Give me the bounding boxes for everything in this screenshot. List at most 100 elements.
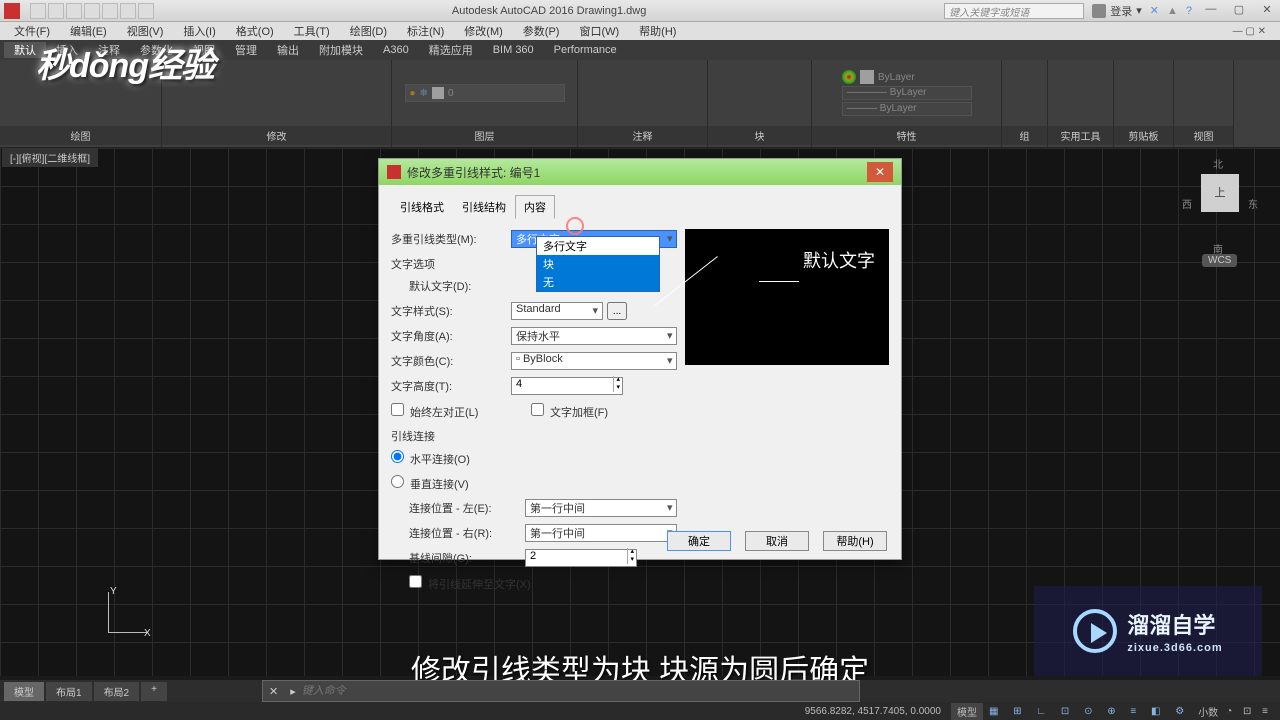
tab-leader-format[interactable]: 引线格式 — [391, 195, 453, 219]
radio-vert-connect[interactable] — [391, 475, 404, 488]
status-extra[interactable]: ◔ ⊡ ≡ — [1226, 706, 1272, 717]
dropdown-text-style[interactable]: Standard — [511, 302, 603, 320]
panel-props[interactable]: 特性 — [812, 126, 1001, 145]
help-icon[interactable]: ? — [1186, 5, 1192, 17]
menu-window[interactable]: 窗口(W) — [569, 23, 629, 39]
command-bar[interactable]: ✕ ▸ — [262, 680, 860, 702]
menu-view[interactable]: 视图(V) — [117, 23, 174, 39]
help-button[interactable]: 帮助(H) — [823, 531, 887, 551]
label-text-angle: 文字角度(A): — [391, 328, 511, 344]
dd-option-none[interactable]: 无 — [537, 273, 659, 291]
brand-watermark: 溜溜自学zixue.3d66.com — [1034, 586, 1262, 676]
menu-param[interactable]: 参数(P) — [513, 23, 570, 39]
mdi-controls[interactable]: — ▢ ✕ — [1223, 26, 1276, 37]
dropdown-text-color[interactable]: ▫ ByBlock — [511, 352, 677, 370]
menu-format[interactable]: 格式(O) — [226, 23, 284, 39]
ribbon-tab-addins[interactable]: 附加模块 — [309, 42, 373, 58]
ribbon-tab-featured[interactable]: 精选应用 — [419, 42, 483, 58]
play-icon — [1073, 609, 1117, 653]
tab-leader-structure[interactable]: 引线结构 — [453, 195, 515, 219]
dropdown-text-angle[interactable]: 保持水平 — [511, 327, 677, 345]
cancel-button[interactable]: 取消 — [745, 531, 809, 551]
dropdown-list-open[interactable]: 多行文字 块 无 — [536, 236, 660, 292]
ribbon-tab-param[interactable]: 参数化 — [130, 42, 183, 58]
app-store-icon[interactable]: ▲ — [1167, 5, 1178, 17]
wcs-badge[interactable]: WCS — [1202, 254, 1237, 267]
ribbon-tab-bim[interactable]: BIM 360 — [483, 44, 544, 56]
cmdbar-close-icon[interactable]: ✕ — [263, 685, 284, 698]
close-button[interactable]: ✕ — [1254, 3, 1280, 19]
checkbox-left-align[interactable] — [391, 403, 404, 416]
layout2-tab[interactable]: 布局2 — [94, 682, 140, 701]
panel-annotate[interactable]: 注释 — [578, 126, 707, 145]
dropdown-pos-right[interactable]: 第一行中间 — [525, 524, 677, 542]
ribbon-tab-default[interactable]: 默认 — [4, 42, 46, 58]
panel-clip[interactable]: 剪贴板 — [1114, 126, 1173, 145]
spinner-text-height[interactable]: 4 — [511, 377, 623, 395]
app-icon[interactable] — [4, 3, 20, 19]
dialog-tabs: 引线格式 引线结构 内容 — [391, 195, 901, 219]
label-type: 多重引线类型(M): — [391, 231, 511, 247]
label-pos-left: 连接位置 - 左(E): — [409, 500, 525, 516]
radio-horiz-connect[interactable] — [391, 450, 404, 463]
tab-content[interactable]: 内容 — [515, 195, 555, 219]
dialog-close-button[interactable]: ✕ — [867, 162, 893, 182]
ribbon-tab-annotate[interactable]: 注释 — [88, 42, 130, 58]
minimize-button[interactable]: — — [1198, 3, 1224, 19]
model-tab[interactable]: 模型 — [4, 682, 44, 701]
window-title: Autodesk AutoCAD 2016 Drawing1.dwg — [160, 5, 938, 17]
menu-draw[interactable]: 绘图(D) — [340, 23, 397, 39]
dialog-title-bar[interactable]: 修改多重引线样式: 编号1 ✕ — [379, 159, 901, 185]
panel-util[interactable]: 实用工具 — [1048, 126, 1113, 145]
browse-style-button[interactable]: ... — [607, 302, 627, 320]
menu-dim[interactable]: 标注(N) — [397, 23, 454, 39]
maximize-button[interactable]: ▢ — [1226, 3, 1252, 19]
ribbon-tab-perf[interactable]: Performance — [544, 44, 627, 56]
menu-edit[interactable]: 编辑(E) — [60, 23, 117, 39]
menu-bar: 文件(F) 编辑(E) 视图(V) 插入(I) 格式(O) 工具(T) 绘图(D… — [0, 22, 1280, 40]
dialog-icon — [387, 165, 401, 179]
view-cube[interactable]: 北 西 上 东 南 WCS — [1180, 156, 1260, 256]
spinner-gap[interactable]: 2 — [525, 549, 637, 567]
quick-access-toolbar[interactable] — [24, 3, 160, 19]
panel-group[interactable]: 组 — [1002, 126, 1047, 145]
viewport-label[interactable]: [-][俯视][二维线框] — [2, 148, 98, 167]
checkbox-frame[interactable] — [531, 403, 544, 416]
layout1-tab[interactable]: 布局1 — [46, 682, 92, 701]
panel-draw[interactable]: 绘图 — [0, 126, 161, 145]
status-mode[interactable]: 模型 — [951, 703, 983, 720]
label-default-text: 默认文字(D): — [409, 278, 525, 294]
dd-option-block[interactable]: 块 — [537, 255, 659, 273]
cmdbar-recent-icon[interactable]: ▸ — [284, 685, 302, 698]
menu-file[interactable]: 文件(F) — [4, 23, 60, 39]
menu-insert[interactable]: 插入(I) — [173, 23, 225, 39]
exchange-icon[interactable]: ✕ — [1150, 4, 1159, 17]
add-layout-tab[interactable]: + — [141, 682, 167, 701]
layer-dropdown[interactable]: ●❄0 — [405, 84, 565, 102]
ribbon: 绘图 修改 ●❄0图层 注释 块 ByLayer ———— ByLayer ——… — [0, 60, 1280, 148]
panel-block[interactable]: 块 — [708, 126, 811, 145]
search-input[interactable]: 键入关键字或短语 — [944, 3, 1084, 19]
dropdown-pos-left[interactable]: 第一行中间 — [525, 499, 677, 517]
ribbon-tab-manage[interactable]: 管理 — [225, 42, 267, 58]
checkbox-extend[interactable] — [409, 575, 422, 588]
dd-option-mtext[interactable]: 多行文字 — [537, 237, 659, 255]
status-scale[interactable]: 小数 — [1198, 704, 1218, 719]
command-input[interactable] — [302, 685, 859, 697]
menu-tools[interactable]: 工具(T) — [284, 23, 340, 39]
menu-help[interactable]: 帮助(H) — [629, 23, 686, 39]
menu-modify[interactable]: 修改(M) — [454, 23, 513, 39]
label-gap: 基线间隙(G): — [409, 550, 525, 566]
panel-viewgrp[interactable]: 视图 — [1174, 126, 1233, 145]
label-text-color: 文字颜色(C): — [391, 353, 511, 369]
status-toggles[interactable]: ▦ ⊞ ∟ ⊡ ⊙ ⊕ ≡ ◧ ⚙ — [989, 706, 1190, 717]
ok-button[interactable]: 确定 — [667, 531, 731, 551]
ribbon-tab-a360[interactable]: A360 — [373, 44, 419, 56]
panel-modify[interactable]: 修改 — [162, 126, 391, 145]
panel-layer[interactable]: 图层 — [392, 126, 577, 145]
ribbon-tab-insert[interactable]: 插入 — [46, 42, 88, 58]
label-pos-right: 连接位置 - 右(R): — [409, 525, 525, 541]
ribbon-tab-output[interactable]: 输出 — [267, 42, 309, 58]
login-button[interactable]: 登录 ▾ — [1092, 3, 1142, 19]
ribbon-tab-view[interactable]: 视图 — [183, 42, 225, 58]
